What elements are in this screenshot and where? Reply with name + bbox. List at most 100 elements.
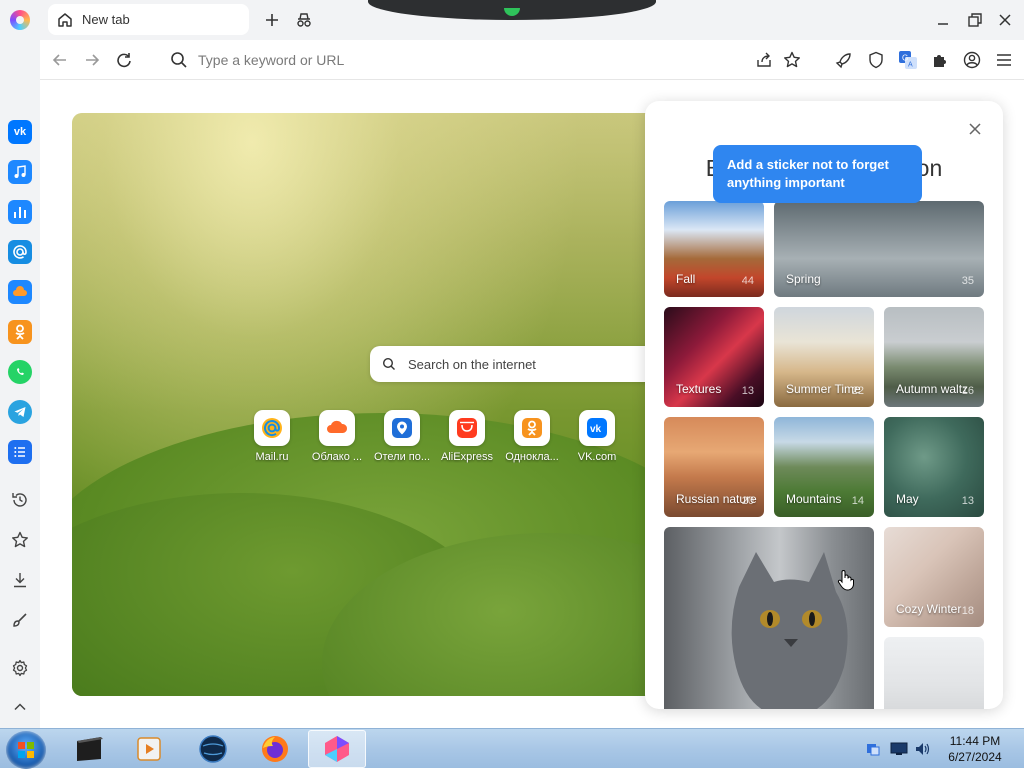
quick-link-label: Mail.ru	[255, 451, 289, 463]
profile-button[interactable]	[960, 48, 984, 72]
menu-button[interactable]	[992, 48, 1016, 72]
category-count: 22	[851, 385, 864, 397]
system-clock[interactable]: 11:44 PM 6/27/2024	[940, 733, 1010, 765]
sidebar-item-whatsapp[interactable]	[8, 360, 32, 384]
odnoklassniki-icon	[15, 324, 25, 340]
taskbar-app-globe[interactable]	[184, 730, 242, 768]
taskbar-app-media-player[interactable]	[120, 730, 178, 768]
sidebar-history[interactable]	[9, 489, 31, 511]
search-icon	[382, 357, 395, 370]
reload-icon	[117, 53, 131, 68]
address-bar[interactable]	[166, 46, 726, 74]
extensions-button[interactable]	[928, 48, 952, 72]
sidebar-item-tasks[interactable]	[8, 440, 32, 464]
category-card-autumn-waltz[interactable]: Autumn waltz 16	[884, 307, 984, 407]
tasks-icon	[14, 447, 25, 457]
new-tab-button[interactable]	[260, 8, 284, 32]
category-card-mountains[interactable]: Mountains 14	[774, 417, 874, 517]
tray-network[interactable]	[862, 730, 884, 768]
cloud-icon	[13, 286, 27, 296]
rocket-icon	[835, 53, 851, 69]
close-window-button[interactable]	[992, 8, 1018, 32]
translate-button[interactable]: GA	[896, 48, 920, 72]
category-card-summer-time[interactable]: Summer Time 22	[774, 307, 874, 407]
sidebar-item-stats[interactable]	[8, 200, 32, 224]
sidebar-item-cloud[interactable]	[8, 280, 32, 304]
windows-logo-icon	[18, 742, 34, 758]
history-icon	[12, 493, 27, 507]
quick-link-mailru[interactable]: Mail.ru	[240, 410, 304, 470]
sidebar-item-telegram[interactable]	[8, 400, 32, 424]
category-card-cozy-winter[interactable]: Cozy Winter 18	[884, 527, 984, 627]
category-card-russian-nature[interactable]: Russian nature 20	[664, 417, 764, 517]
tab-new-tab[interactable]: New tab	[48, 4, 249, 35]
category-card-fall[interactable]: Fall 44	[664, 201, 764, 297]
browser-logo-icon	[325, 736, 349, 762]
vk-icon: vk	[13, 126, 27, 138]
panel-close-button[interactable]	[963, 117, 987, 141]
downloads-icon	[14, 573, 26, 588]
restore-button[interactable]	[962, 8, 988, 32]
sidebar-bookmarks[interactable]	[9, 529, 31, 551]
minimize-button[interactable]	[930, 8, 956, 32]
category-card-spring[interactable]: Spring 35	[774, 201, 984, 297]
url-input[interactable]	[196, 51, 696, 69]
category-count: 14	[851, 495, 864, 507]
category-card-cat[interactable]	[664, 527, 874, 709]
category-label: May	[896, 492, 919, 506]
search-input[interactable]	[406, 355, 636, 373]
hotel-pin-icon	[384, 410, 420, 446]
sidebar-customize[interactable]	[9, 609, 31, 631]
translate-icon: GA	[899, 51, 917, 69]
browser-logo-icon[interactable]	[10, 10, 30, 30]
tray-display[interactable]	[888, 730, 910, 768]
forward-button[interactable]	[80, 48, 104, 72]
monitor-icon	[890, 742, 908, 755]
category-card-more[interactable]	[884, 637, 984, 709]
quick-link-aliexpress[interactable]: AliExpress	[435, 410, 499, 470]
search-icon	[171, 52, 187, 68]
taskbar-app-terminal[interactable]	[60, 730, 118, 768]
windows-taskbar: 11:44 PM 6/27/2024	[0, 728, 1024, 769]
sidebar-item-music[interactable]	[8, 160, 32, 184]
category-count: 18	[961, 605, 974, 617]
tab-title: New tab	[82, 12, 130, 27]
sidebar-item-vk[interactable]: vk	[8, 120, 32, 144]
bookmark-star-button[interactable]	[780, 48, 804, 72]
stats-icon	[14, 207, 26, 218]
sidebar-item-odnoklassniki[interactable]	[8, 320, 32, 344]
quick-link-cloud[interactable]: Облако ...	[305, 410, 369, 470]
cloud-icon	[319, 410, 355, 446]
taskbar-app-firefox[interactable]	[246, 730, 304, 768]
protection-button[interactable]	[864, 48, 888, 72]
network-icon	[867, 744, 880, 756]
quick-link-hotels[interactable]: Отели по...	[370, 410, 434, 470]
bookmarks-icon	[12, 531, 28, 548]
category-label: Textures	[676, 382, 722, 396]
volume-icon	[916, 743, 930, 755]
category-card-textures[interactable]: Textures 13	[664, 307, 764, 407]
sidebar-collapse[interactable]	[9, 696, 31, 718]
boost-button[interactable]	[832, 48, 856, 72]
sidebar-downloads[interactable]	[9, 569, 31, 591]
category-count: 13	[961, 495, 974, 507]
back-button[interactable]	[48, 48, 72, 72]
quick-link-vk[interactable]: vk VK.com	[565, 410, 629, 470]
reload-button[interactable]	[112, 48, 136, 72]
internet-search-box[interactable]	[370, 346, 670, 382]
tray-volume[interactable]	[912, 730, 934, 768]
incognito-button[interactable]	[292, 8, 316, 32]
start-button[interactable]	[6, 731, 46, 769]
sidebar-settings[interactable]	[9, 657, 31, 679]
quick-link-odnoklassniki[interactable]: Однокла...	[500, 410, 564, 470]
category-card-may[interactable]: May 13	[884, 417, 984, 517]
taskbar-app-browser-active[interactable]	[308, 730, 366, 768]
share-button[interactable]	[752, 48, 776, 72]
arrow-left-icon	[52, 54, 66, 66]
sidebar: vk	[0, 40, 40, 728]
sidebar-item-mail[interactable]	[8, 240, 32, 264]
svg-text:A: A	[908, 62, 913, 69]
address-toolbar: GA	[40, 40, 1024, 80]
quick-link-label: Облако ...	[311, 451, 363, 463]
quick-link-label: Отели по...	[373, 451, 431, 463]
